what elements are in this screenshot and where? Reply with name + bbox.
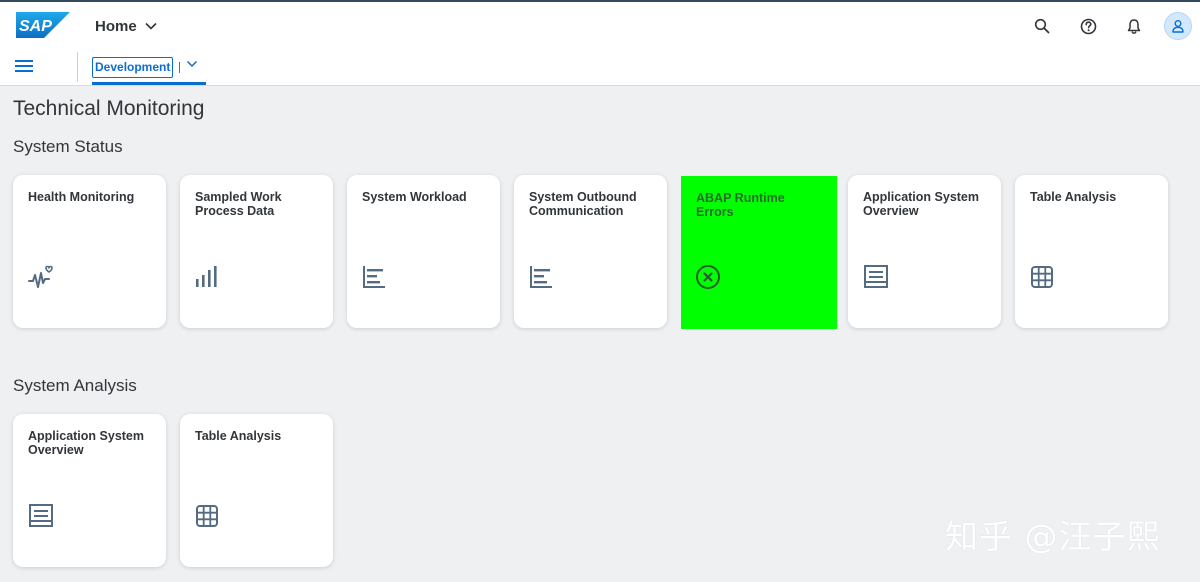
tile-title: Application System Overview bbox=[28, 429, 144, 457]
tile-abap-runtime-errors[interactable]: ABAP Runtime Errors bbox=[681, 176, 837, 329]
tile-title: Sampled Work Process Data bbox=[195, 190, 282, 218]
tab-selection-indicator bbox=[92, 82, 206, 85]
hamburger-menu-icon[interactable] bbox=[15, 59, 33, 73]
table-grid-icon bbox=[1031, 266, 1053, 288]
overview-icon bbox=[29, 504, 53, 527]
home-menu[interactable]: Home bbox=[95, 16, 157, 36]
tab-separator bbox=[179, 62, 180, 73]
nav-divider bbox=[77, 52, 78, 82]
chevron-down-icon[interactable] bbox=[186, 60, 198, 68]
section-title-system-status: System Status bbox=[13, 137, 123, 156]
tile-application-system-overview[interactable]: Application System Overview bbox=[848, 175, 1001, 328]
tile-title: Application System Overview bbox=[863, 190, 979, 218]
chevron-down-icon bbox=[145, 22, 157, 30]
bell-icon bbox=[1127, 18, 1141, 34]
svg-text:SAP: SAP bbox=[19, 18, 52, 35]
tile-title: Table Analysis bbox=[1030, 190, 1117, 204]
tile-title: Table Analysis bbox=[195, 429, 282, 443]
search-button[interactable] bbox=[1026, 12, 1058, 40]
tile-system-outbound-communication[interactable]: System Outbound Communication bbox=[514, 175, 667, 328]
error-circle-icon bbox=[696, 265, 720, 289]
tile-system-workload[interactable]: System Workload bbox=[347, 175, 500, 328]
table-grid-icon bbox=[196, 505, 218, 527]
help-icon bbox=[1080, 18, 1096, 34]
home-label: Home bbox=[95, 17, 137, 35]
sap-logo[interactable]: SAP bbox=[16, 12, 70, 38]
watermark: 知乎 @汪子熙 bbox=[945, 517, 1161, 556]
tile-application-system-overview[interactable]: Application System Overview bbox=[13, 414, 166, 567]
bar-chart-icon bbox=[196, 266, 217, 287]
user-avatar[interactable] bbox=[1164, 12, 1192, 40]
page-title: Technical Monitoring bbox=[13, 97, 205, 120]
horizontal-bar-chart-icon bbox=[530, 266, 552, 288]
notifications-button[interactable] bbox=[1118, 12, 1150, 40]
health-monitoring-icon bbox=[28, 265, 53, 288]
tile-title: System Outbound Communication bbox=[529, 190, 637, 218]
tile-table-analysis[interactable]: Table Analysis bbox=[180, 414, 333, 567]
tile-title: Health Monitoring bbox=[28, 190, 135, 204]
tile-title: ABAP Runtime Errors bbox=[696, 191, 785, 219]
horizontal-bar-chart-icon bbox=[363, 266, 385, 288]
tile-table-analysis[interactable]: Table Analysis bbox=[1015, 175, 1168, 328]
help-button[interactable] bbox=[1072, 12, 1104, 40]
section-title-system-analysis: System Analysis bbox=[13, 376, 137, 395]
tile-title: System Workload bbox=[362, 190, 467, 204]
tile-sampled-work-process-data[interactable]: Sampled Work Process Data bbox=[180, 175, 333, 328]
shell-actions bbox=[1026, 12, 1192, 40]
search-icon bbox=[1034, 18, 1050, 34]
overview-icon bbox=[864, 265, 888, 288]
space-tab-development[interactable]: Development bbox=[92, 57, 174, 78]
tile-health-monitoring[interactable]: Health Monitoring bbox=[13, 175, 166, 328]
shell-bar: SAP Home Development bbox=[0, 2, 1200, 86]
person-icon bbox=[1172, 20, 1184, 33]
